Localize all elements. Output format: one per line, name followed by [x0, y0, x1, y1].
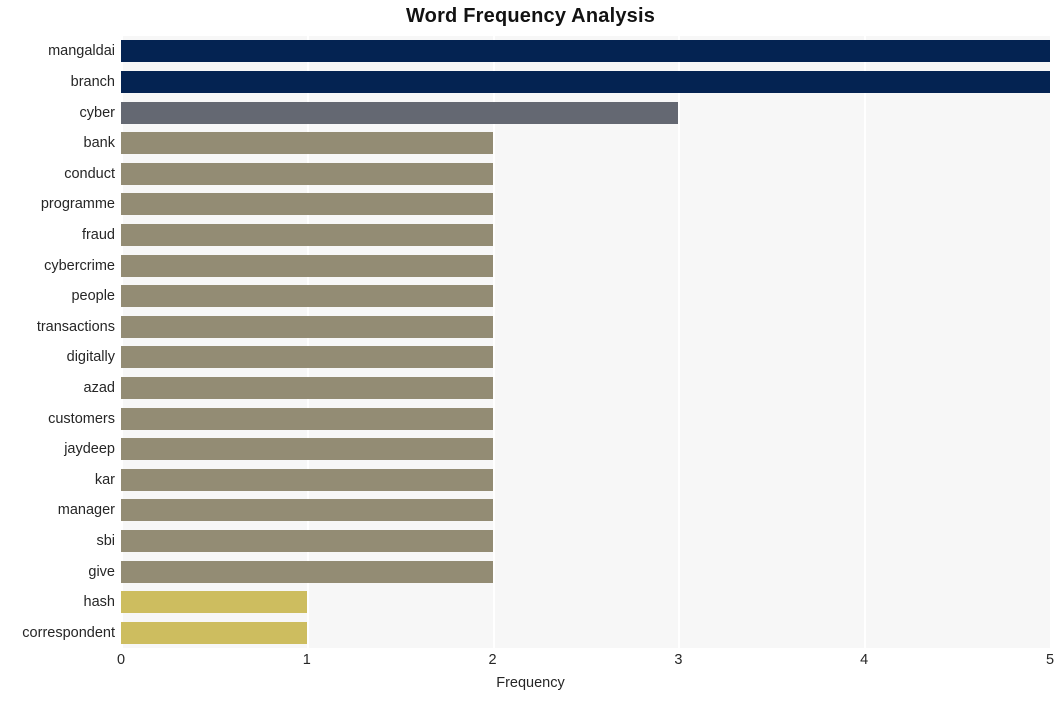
x-axis-tick-label: 2 — [488, 652, 497, 668]
y-axis-tick-label: branch — [70, 73, 115, 90]
y-axis-tick-label: kar — [94, 471, 115, 488]
y-axis-tick-label: conduct — [64, 165, 115, 182]
y-axis-tick-label: manager — [57, 502, 115, 519]
bar[interactable] — [121, 346, 493, 369]
bar[interactable] — [121, 285, 493, 308]
bar[interactable] — [121, 560, 493, 583]
y-axis-tick-label: cyber — [79, 104, 115, 121]
x-axis-tick-labels: 0 1 2 3 4 5 — [0, 652, 1061, 676]
x-axis-tick-label: 4 — [860, 652, 869, 668]
y-axis-tick-label: mangaldai — [48, 43, 115, 60]
y-axis-tick-label: customers — [48, 410, 115, 427]
bar[interactable] — [121, 101, 679, 124]
y-axis-tick-label: bank — [83, 135, 115, 152]
chart-title: Word Frequency Analysis — [405, 5, 656, 27]
x-axis-tick-label: 3 — [674, 652, 683, 668]
bar[interactable] — [121, 254, 493, 277]
y-axis-tick-label: digitally — [66, 349, 115, 366]
bar[interactable] — [121, 132, 493, 155]
y-axis-tick-label: cybercrime — [44, 257, 115, 274]
bar[interactable] — [121, 621, 307, 644]
bar[interactable] — [121, 40, 1050, 63]
y-axis-tick-label: programme — [40, 196, 115, 213]
bar[interactable] — [121, 315, 493, 338]
y-axis-tick-label: correspondent — [22, 624, 115, 641]
bar[interactable] — [121, 193, 493, 216]
word-frequency-chart: Word Frequency Analysis mangaldai branch c… — [0, 0, 1061, 701]
y-axis-tick-label: jaydeep — [64, 441, 115, 458]
x-axis-tick-label: 5 — [1045, 652, 1055, 668]
bar[interactable] — [121, 162, 493, 185]
bar[interactable] — [121, 376, 493, 399]
x-axis-tick-label: 1 — [302, 652, 311, 668]
bar[interactable] — [121, 591, 307, 614]
bar[interactable] — [121, 438, 493, 461]
plot-area — [121, 36, 1050, 648]
x-axis-tick-label: 0 — [116, 652, 126, 668]
y-axis-tick-label: hash — [83, 594, 115, 611]
bars-layer — [121, 36, 1050, 648]
y-axis-tick-label: people — [71, 288, 115, 305]
x-axis-label: Frequency — [496, 675, 565, 691]
bar[interactable] — [121, 407, 493, 430]
bar[interactable] — [121, 499, 493, 522]
bar[interactable] — [121, 468, 493, 491]
bar[interactable] — [121, 70, 1050, 93]
y-axis-tick-labels: mangaldai branch cyber bank conduct programme… — [0, 36, 115, 648]
y-axis-tick-label: transactions — [36, 318, 115, 335]
y-axis-tick-label: fraud — [81, 226, 115, 243]
bar[interactable] — [121, 529, 493, 552]
y-axis-tick-label: azad — [83, 379, 115, 396]
y-axis-tick-label: sbi — [96, 532, 115, 549]
y-axis-tick-label: give — [88, 563, 115, 580]
bar[interactable] — [121, 223, 493, 246]
